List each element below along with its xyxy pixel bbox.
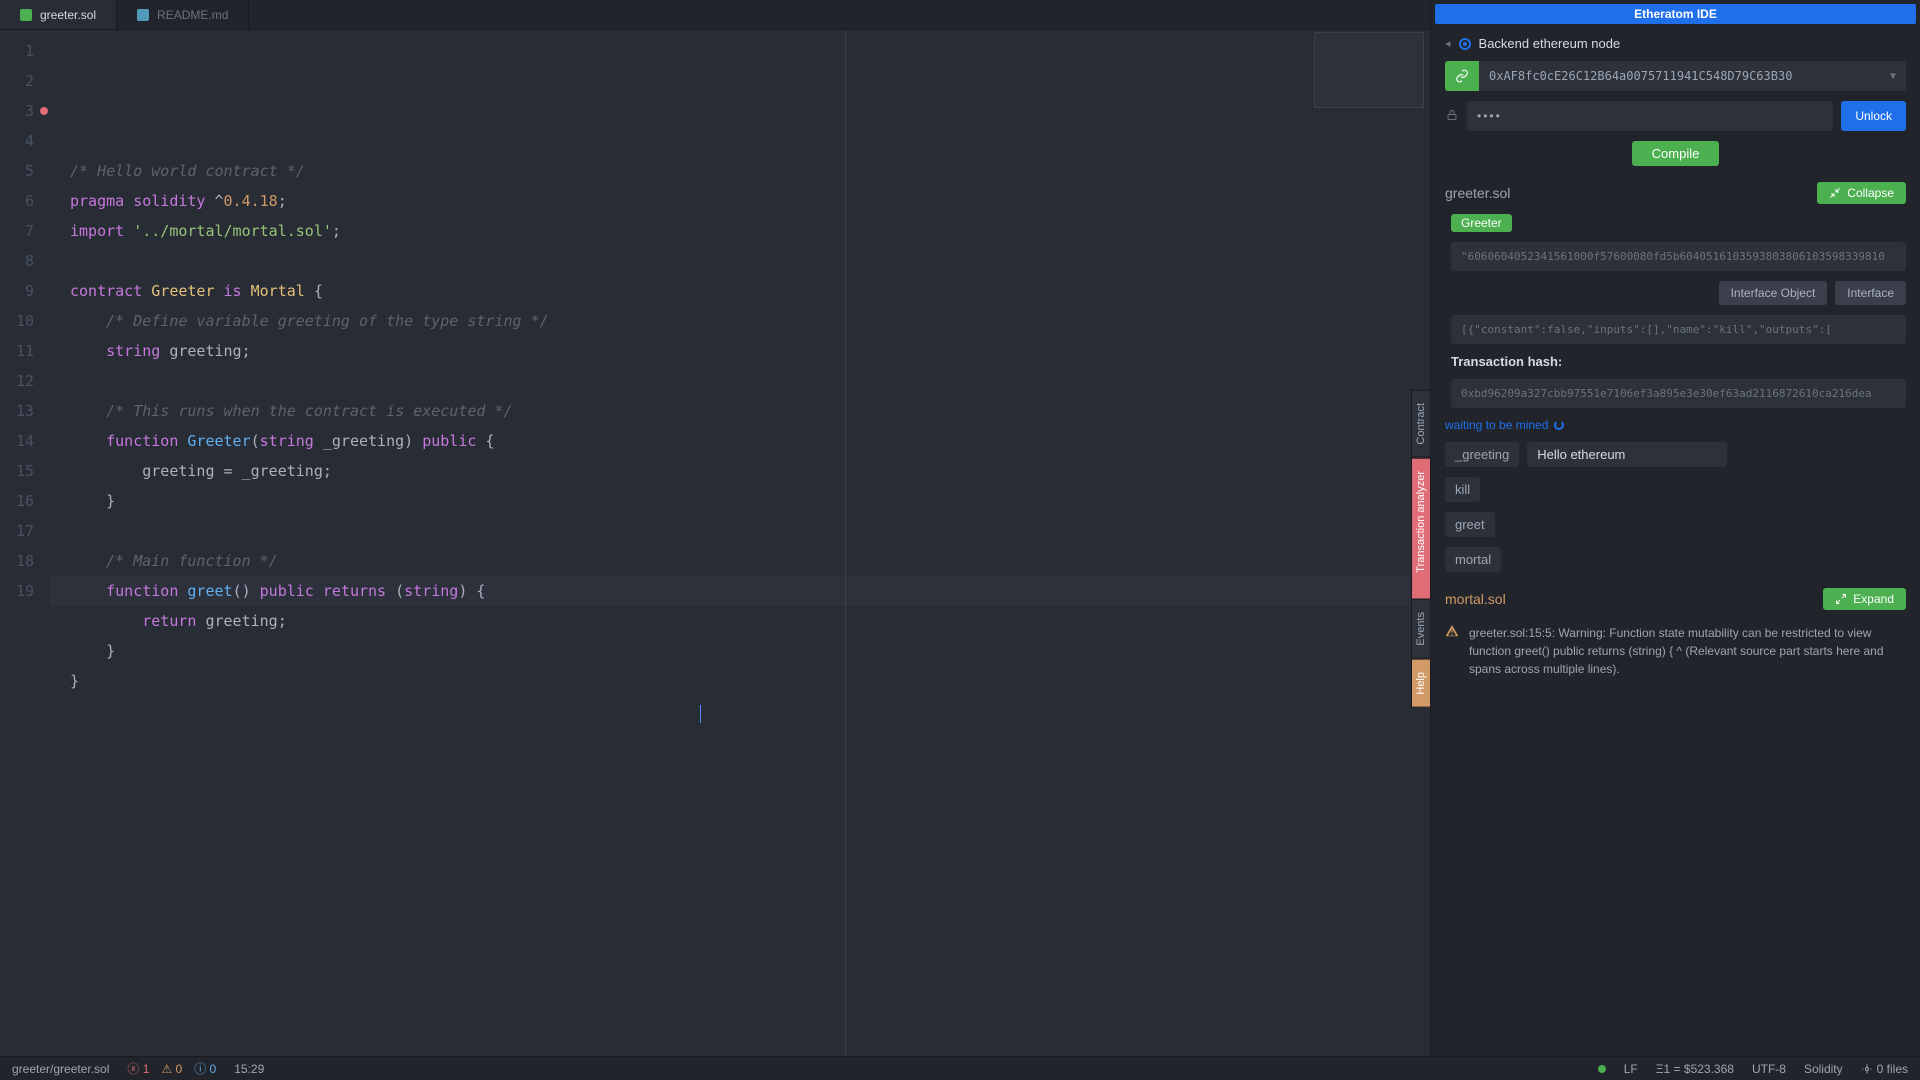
fn-kill-button[interactable]: kill (1445, 477, 1480, 502)
warning-row: greeter.sol:15:5: Warning: Function stat… (1445, 624, 1906, 678)
node-label: Backend ethereum node (1479, 36, 1621, 51)
code-line[interactable]: string greeting; (50, 336, 1430, 366)
git-icon (1861, 1063, 1873, 1075)
error-count-icon[interactable]: ⓧ 1 (127, 1060, 149, 1077)
code-line[interactable]: /* Main function */ (50, 546, 1430, 576)
warning-text: greeter.sol:15:5: Warning: Function stat… (1469, 624, 1906, 678)
link-address-button[interactable] (1445, 61, 1479, 91)
code-line[interactable]: function Greeter(string _greeting) publi… (50, 426, 1430, 456)
code-line[interactable]: } (50, 486, 1430, 516)
encoding[interactable]: UTF-8 (1752, 1062, 1786, 1076)
code-area[interactable]: /* Hello world contract */pragma solidit… (50, 30, 1430, 1056)
fn-param-input[interactable] (1527, 442, 1727, 467)
address-value: 0xAF8fc0cE26C12B64a0075711941C548D79C63B… (1489, 69, 1792, 83)
error-dot-icon (1417, 578, 1425, 586)
interface-object-button[interactable]: Interface Object (1719, 281, 1828, 305)
contract-badge[interactable]: Greeter (1451, 214, 1512, 232)
tab-label: greeter.sol (40, 8, 96, 22)
code-line[interactable] (50, 516, 1430, 546)
info-count-icon[interactable]: ⓘ 0 (194, 1060, 216, 1077)
vtab-transaction-analyzer[interactable]: Transaction analyzer (1411, 458, 1431, 600)
code-line[interactable]: function greet() public returns (string)… (50, 576, 1430, 606)
markdown-file-icon (137, 9, 149, 21)
fn-param-label: _greeting (1445, 442, 1519, 467)
fn-greet-button[interactable]: greet (1445, 512, 1495, 537)
panel-title: Etheratom IDE (1435, 4, 1916, 24)
collapse-icon (1829, 187, 1841, 199)
text-cursor (700, 705, 701, 723)
line-number-gutter: 12345678910111213141516171819 (0, 30, 50, 1056)
code-line[interactable] (50, 246, 1430, 276)
code-line[interactable]: /* This runs when the contract is execut… (50, 396, 1430, 426)
warn-count-icon[interactable]: ⚠ 0 (161, 1062, 182, 1076)
lock-icon (1445, 109, 1459, 124)
tab-greeter[interactable]: greeter.sol (0, 0, 117, 29)
expand-icon (1835, 593, 1847, 605)
compiled-file-name: greeter.sol (1445, 185, 1510, 201)
tab-bar: greeter.sol README.md (0, 0, 1430, 30)
code-line[interactable] (50, 366, 1430, 396)
chevron-left-icon[interactable]: ◂ (1445, 37, 1451, 50)
minimap[interactable] (1314, 32, 1424, 108)
interface-button[interactable]: Interface (1835, 281, 1906, 305)
line-ending[interactable]: LF (1624, 1062, 1638, 1076)
address-select[interactable]: 0xAF8fc0cE26C12B64a0075711941C548D79C63B… (1479, 61, 1906, 91)
code-line[interactable]: import '../mortal/mortal.sol'; (50, 216, 1430, 246)
expand-button[interactable]: Expand (1823, 588, 1906, 610)
connection-status-icon[interactable] (1598, 1065, 1606, 1073)
tx-hash-box[interactable]: 0xbd96209a327cbb97551e7106ef3a895e3e30ef… (1451, 379, 1906, 408)
code-line[interactable] (50, 696, 1430, 726)
spinner-icon (1554, 420, 1564, 430)
code-line[interactable]: return greeting; (50, 606, 1430, 636)
eth-price[interactable]: Ξ1 = $523.368 (1656, 1062, 1734, 1076)
tab-readme[interactable]: README.md (117, 0, 249, 29)
vtab-contract[interactable]: Contract (1411, 390, 1431, 458)
tx-hash-label: Transaction hash: (1451, 354, 1906, 369)
interface-json-box[interactable]: [{"constant":false,"inputs":[],"name":"k… (1451, 315, 1906, 344)
etheratom-panel: Contract Transaction analyzer Events Hel… (1430, 0, 1920, 1056)
unlock-button[interactable]: Unlock (1841, 101, 1906, 131)
code-editor[interactable]: 12345678910111213141516171819 /* Hello w… (0, 30, 1430, 1056)
node-selector-row: ◂ Backend ethereum node (1445, 36, 1906, 51)
vtab-help[interactable]: Help (1411, 659, 1431, 708)
warning-icon (1445, 624, 1459, 678)
compiled-file-name-2: mortal.sol (1445, 591, 1506, 607)
compile-button[interactable]: Compile (1632, 141, 1720, 166)
chevron-down-icon: ▼ (1890, 71, 1896, 82)
fn-mortal-button[interactable]: mortal (1445, 547, 1501, 572)
tab-label: README.md (157, 8, 228, 22)
status-bar: greeter/greeter.sol ⓧ 1 ⚠ 0 ⓘ 0 15:29 LF… (0, 1056, 1920, 1080)
code-line[interactable]: contract Greeter is Mortal { (50, 276, 1430, 306)
code-line[interactable]: greeting = _greeting; (50, 456, 1430, 486)
cursor-position[interactable]: 15:29 (234, 1062, 264, 1076)
status-file-path[interactable]: greeter/greeter.sol (12, 1062, 109, 1076)
language-mode[interactable]: Solidity (1804, 1062, 1843, 1076)
code-line[interactable]: /* Define variable greeting of the type … (50, 306, 1430, 336)
link-icon (1455, 69, 1469, 83)
collapse-button[interactable]: Collapse (1817, 182, 1906, 204)
mining-status: waiting to be mined (1445, 418, 1906, 432)
bytecode-box[interactable]: "6060604052341561000f57600080fd5b6040516… (1451, 242, 1906, 271)
password-input[interactable] (1467, 101, 1833, 131)
git-files[interactable]: 0 files (1861, 1062, 1908, 1076)
solidity-file-icon (20, 9, 32, 21)
code-line[interactable]: pragma solidity ^0.4.18; (50, 186, 1430, 216)
code-line[interactable]: } (50, 666, 1430, 696)
vtab-events[interactable]: Events (1411, 599, 1431, 659)
wrap-guide (845, 30, 846, 1056)
code-line[interactable]: /* Hello world contract */ (50, 156, 1430, 186)
radio-selected-icon[interactable] (1459, 38, 1471, 50)
code-line[interactable]: } (50, 636, 1430, 666)
